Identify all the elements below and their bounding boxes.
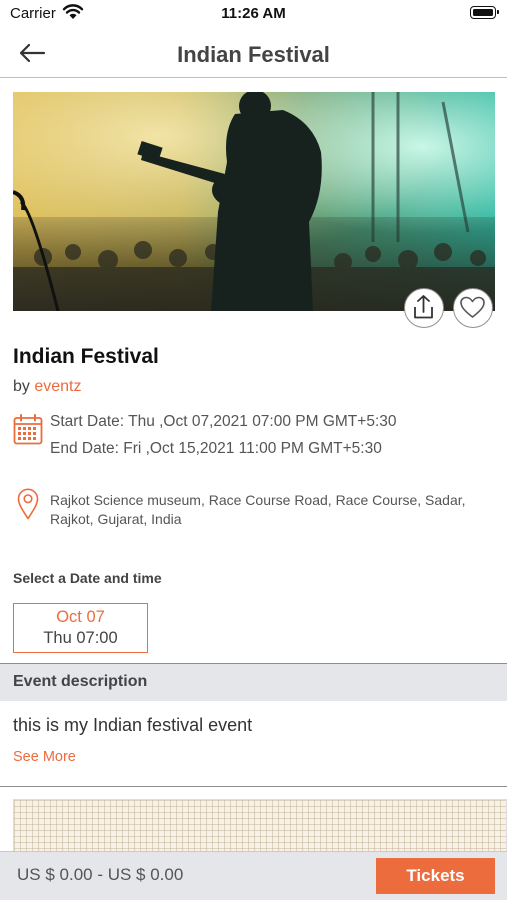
concert-photo [13,92,495,311]
date-slot-button[interactable]: Oct 07 Thu 07:00 [13,603,148,653]
tickets-button[interactable]: Tickets [376,858,495,894]
heart-icon [460,296,485,318]
price-range: US $ 0.00 - US $ 0.00 [17,865,184,884]
share-button[interactable] [404,288,444,328]
clock: 11:26 AM [221,5,286,22]
see-more-link[interactable]: See More [13,749,76,765]
start-date: Start Date: Thu ,Oct 07,2021 07:00 PM GM… [50,413,397,430]
organizer-row: by eventz [13,378,82,396]
map-view[interactable] [13,799,507,859]
by-label: by [13,378,30,395]
event-hero-image [13,92,495,311]
battery-icon [470,6,499,19]
bottom-bar: US $ 0.00 - US $ 0.00 Tickets [0,851,507,900]
description-text: this is my Indian festival event [13,715,253,735]
slot-date: Oct 07 [56,608,105,626]
venue-address: Rajkot Science museum, Race Course Road,… [50,492,466,527]
organizer-link[interactable]: eventz [34,378,81,395]
page-title: Indian Festival [177,42,330,67]
description-header-label: Event description [13,673,148,690]
select-date-label: Select a Date and time [13,570,162,586]
description-header: Event description [0,663,507,701]
navigation-bar: Indian Festival [0,28,507,78]
end-date: End Date: Fri ,Oct 15,2021 11:00 PM GMT+… [50,440,382,457]
slot-time: Thu 07:00 [43,629,118,647]
status-bar: Carrier 11:26 AM [0,0,507,28]
location-pin-icon [17,488,39,520]
calendar-icon [13,414,43,445]
share-upload-icon [414,295,433,319]
event-title: Indian Festival [13,345,159,368]
divider [0,786,507,787]
favorite-button[interactable] [453,288,493,328]
